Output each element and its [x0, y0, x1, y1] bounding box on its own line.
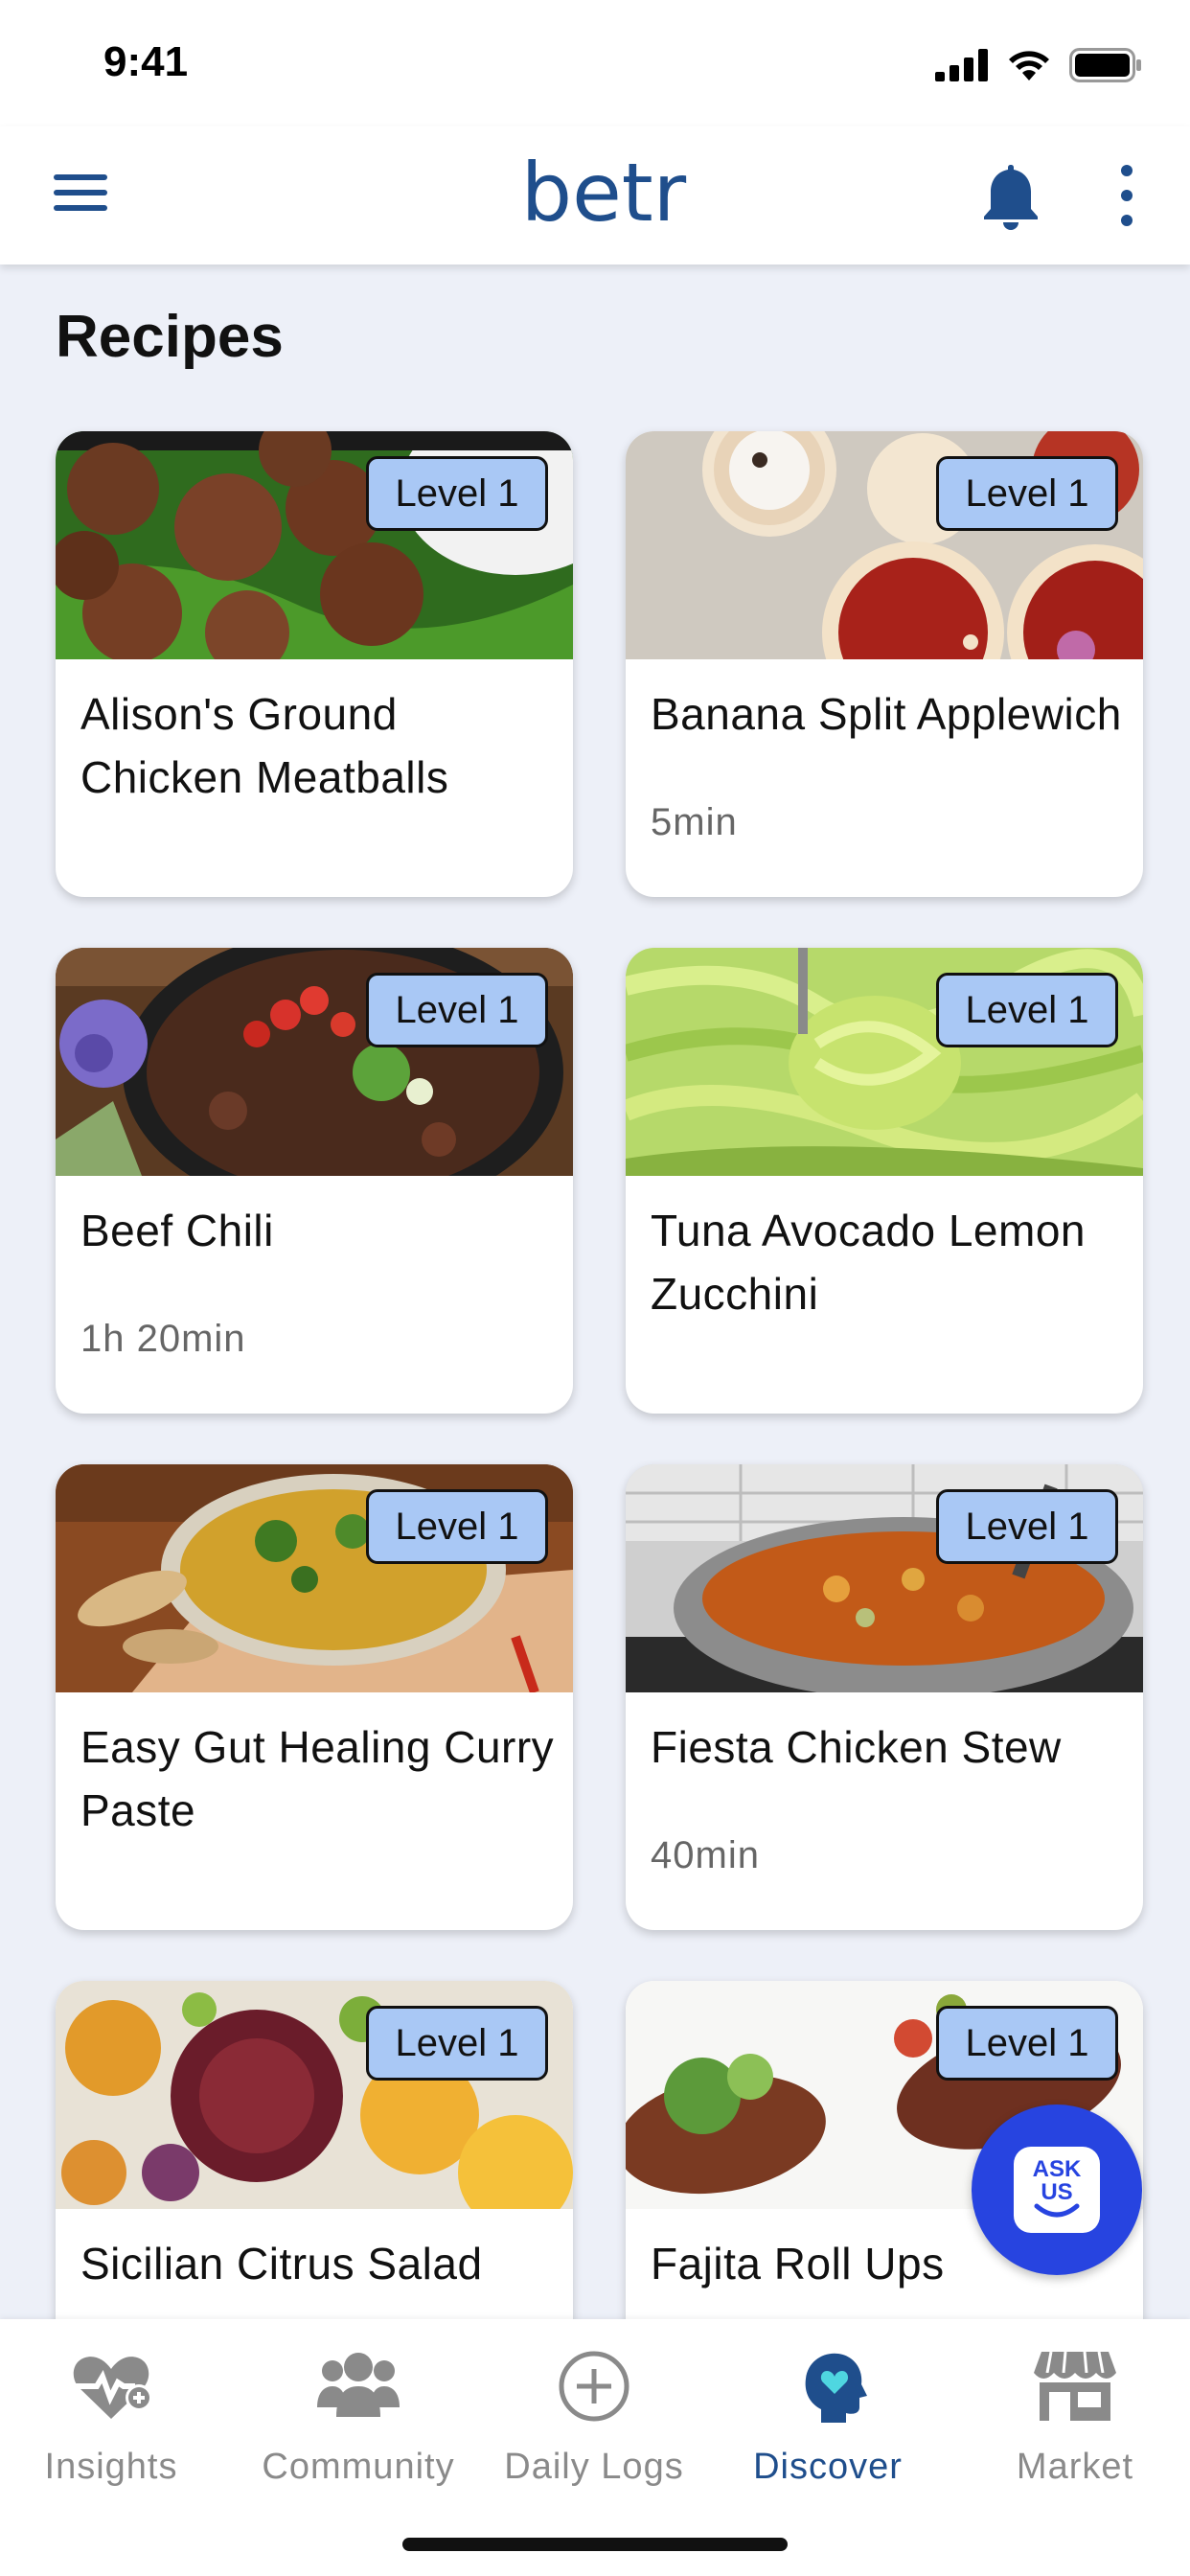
level-badge: Level 1: [366, 456, 548, 531]
nav-item-community[interactable]: Community: [243, 2348, 473, 2492]
recipe-card[interactable]: Level 1 Tuna Avocado Lemon Zucchini: [626, 948, 1143, 1414]
nav-item-market[interactable]: Market: [960, 2348, 1190, 2492]
ask-us-button[interactable]: ASK US: [972, 2104, 1142, 2275]
more-options-icon[interactable]: [1115, 165, 1138, 228]
level-badge: Level 1: [936, 2006, 1118, 2081]
recipe-title: Banana Split Applewich: [651, 689, 1122, 739]
nav-item-discover[interactable]: Discover: [713, 2348, 943, 2492]
hamburger-menu-icon[interactable]: [54, 174, 107, 217]
page-title: Recipes: [56, 304, 284, 370]
level-badge: Level 1: [936, 1489, 1118, 1564]
recipe-title: Alison's Ground Chicken Meatballs: [80, 689, 449, 802]
status-bar: 9:41: [0, 0, 1190, 126]
app-header: betr: [0, 126, 1190, 264]
level-badge: Level 1: [366, 2006, 548, 2081]
recipe-card[interactable]: Level 1 Beef Chili 1h 20min: [56, 948, 573, 1414]
chat-bubble-icon: ASK US: [1014, 2147, 1100, 2233]
recipe-title: Sicilian Citrus Salad: [80, 2239, 483, 2288]
nav-item-insights[interactable]: Insights: [0, 2348, 226, 2492]
status-time: 9:41: [103, 38, 189, 85]
wifi-icon: [1009, 51, 1049, 80]
recipe-title: Tuna Avocado Lemon Zucchini: [651, 1206, 1086, 1319]
recipe-title: Easy Gut Healing Curry Paste: [80, 1722, 555, 1835]
nav-label: Community: [262, 2447, 455, 2487]
level-badge: Level 1: [366, 1489, 548, 1564]
home-indicator: [402, 2538, 788, 2551]
recipe-title: Beef Chili: [80, 1206, 274, 1255]
heart-pulse-icon: [73, 2357, 152, 2419]
storefront-icon: [1034, 2351, 1116, 2421]
nav-label: Daily Logs: [504, 2447, 684, 2487]
ask-us-label: ASK US: [1032, 2156, 1082, 2205]
notification-bell-icon[interactable]: [979, 161, 1042, 232]
signal-icon: [935, 49, 988, 81]
recipe-time: 5min: [651, 801, 738, 843]
recipe-card[interactable]: Level 1 Fiesta Chicken Stew 40min: [626, 1464, 1143, 1930]
recipe-card[interactable]: Level 1 Alison's Ground Chicken Meatball…: [56, 431, 573, 897]
recipe-card[interactable]: Level 1 Banana Split Applewich 5min: [626, 431, 1143, 897]
level-badge: Level 1: [366, 973, 548, 1047]
betr-logo: betr: [521, 148, 687, 240]
plus-circle-icon: [559, 2351, 629, 2422]
nav-label: Discover: [753, 2447, 903, 2487]
level-badge: Level 1: [936, 973, 1118, 1047]
head-heart-icon: [805, 2353, 867, 2423]
svg-text:betr: betr: [521, 148, 687, 240]
nav-label: Insights: [44, 2447, 178, 2487]
nav-label: Market: [1016, 2447, 1134, 2487]
status-icons: [935, 48, 1142, 82]
recipe-title: Fiesta Chicken Stew: [651, 1722, 1062, 1772]
recipe-time: 1h 20min: [80, 1318, 246, 1360]
battery-icon: [1069, 48, 1141, 82]
level-badge: Level 1: [936, 456, 1118, 531]
recipe-card[interactable]: Level 1 Easy Gut Healing Curry Paste: [56, 1464, 573, 1930]
nav-item-daily-logs[interactable]: Daily Logs: [479, 2348, 709, 2492]
recipe-time: 40min: [651, 1834, 760, 1876]
people-icon: [317, 2353, 400, 2417]
